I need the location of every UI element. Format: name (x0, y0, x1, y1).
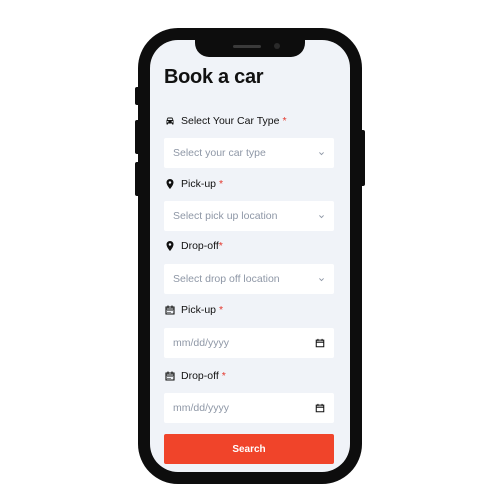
dropoff-date-label: Drop-off * (164, 370, 226, 382)
dropoff-location-placeholder: Select drop off location (173, 273, 280, 285)
map-pin-icon (164, 240, 176, 252)
required-mark: * (221, 370, 226, 382)
calendar-icon (164, 304, 176, 316)
car-type-placeholder: Select your car type (173, 147, 266, 159)
calendar-icon[interactable] (315, 338, 325, 348)
dropoff-location-select[interactable]: Select drop off location (164, 264, 334, 294)
pickup-location-label: Pick-up * (164, 178, 223, 190)
dropoff-date-input[interactable]: mm/dd/yyyy (164, 393, 334, 423)
car-type-label-text: Select Your Car Type (181, 115, 280, 127)
dropoff-location-label: Drop-off * (164, 240, 223, 252)
page-title: Book a car (164, 66, 264, 88)
dropoff-date-label-text: Drop-off (181, 370, 219, 382)
phone-screen: Book a car Select Your Car Type * Select… (150, 40, 350, 472)
dropoff-location-label-text: Drop-off (181, 240, 219, 252)
pickup-date-label: Pick-up * (164, 304, 223, 316)
calendar-icon (164, 370, 176, 382)
car-icon (164, 115, 176, 127)
chevron-down-icon (319, 151, 324, 155)
car-type-label: Select Your Car Type * (164, 115, 287, 127)
search-button[interactable]: Search (164, 434, 334, 464)
pickup-location-label-text: Pick-up (181, 178, 217, 190)
required-mark: * (219, 304, 224, 316)
car-type-select[interactable]: Select your car type (164, 138, 334, 168)
speaker (233, 45, 261, 48)
pickup-location-select[interactable]: Select pick up location (164, 201, 334, 231)
front-camera (274, 43, 280, 49)
map-pin-icon (164, 178, 176, 190)
required-mark: * (282, 115, 287, 127)
calendar-icon[interactable] (315, 403, 325, 413)
required-mark: * (218, 240, 223, 252)
phone-frame: Book a car Select Your Car Type * Select… (138, 28, 362, 484)
pickup-date-label-text: Pick-up (181, 304, 217, 316)
pickup-date-placeholder: mm/dd/yyyy (173, 337, 230, 349)
dropoff-date-placeholder: mm/dd/yyyy (173, 402, 230, 414)
required-mark: * (219, 178, 224, 190)
pickup-location-placeholder: Select pick up location (173, 210, 278, 222)
chevron-down-icon (319, 214, 324, 218)
chevron-down-icon (319, 277, 324, 281)
pickup-date-input[interactable]: mm/dd/yyyy (164, 328, 334, 358)
notch (195, 40, 305, 57)
